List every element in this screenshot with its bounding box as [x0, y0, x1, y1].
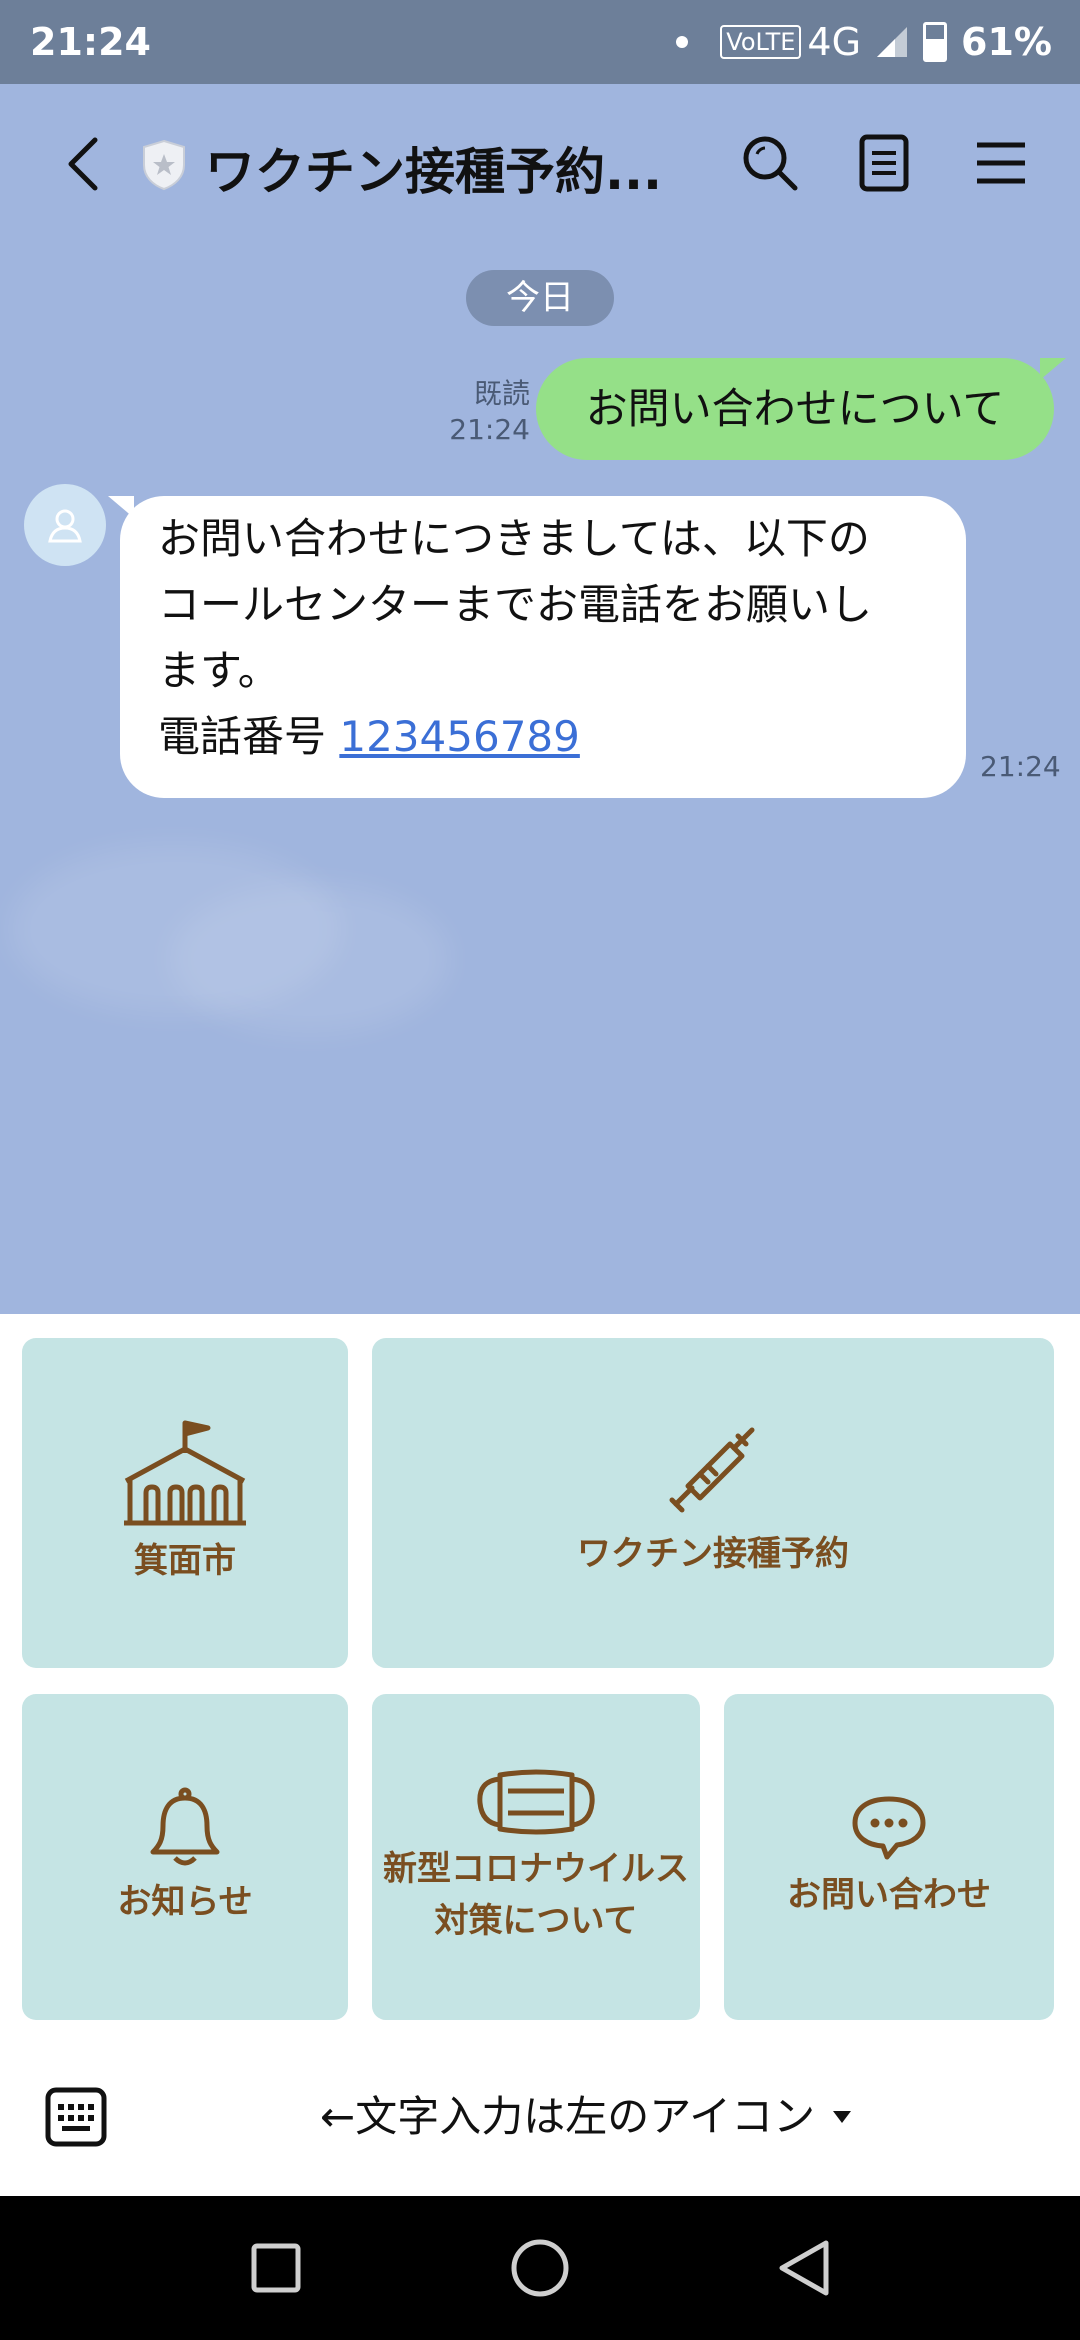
menu-tile-notices[interactable]: お知らせ [22, 1694, 348, 2020]
battery-icon [923, 22, 948, 62]
back-button[interactable] [48, 124, 118, 204]
back-arrow-icon [68, 137, 98, 191]
recents-button[interactable] [244, 2236, 308, 2300]
shield-star-icon [143, 139, 185, 191]
tile-label-line: 対策について [434, 1901, 638, 1941]
message-line: コールセンターまでお電話をお願いし [158, 580, 873, 629]
network-type: 4G [807, 20, 862, 64]
triangle-back-icon [779, 2240, 829, 2296]
read-receipt: 既読 21:24 [449, 376, 530, 448]
input-hint-text: ←文字入力は左のアイコン [320, 2092, 816, 2141]
nav-back-button[interactable] [772, 2236, 836, 2300]
volte-badge: VoLTE [720, 25, 802, 59]
menu-tile-inquiries[interactable]: お問い合わせ [724, 1694, 1054, 2020]
notification-dot-icon [676, 36, 689, 48]
chat-area[interactable]: 今日 既読 21:24 お問い合わせについて お問い合わせにつきましては、以下の… [0, 244, 1080, 1314]
input-bar: ←文字入力は左のアイコン [0, 2038, 1080, 2196]
home-button[interactable] [508, 2236, 572, 2300]
rich-menu: 箕面市 ワクチン接種予約 お知らせ 新型コロナウイルス 対策について お問い合わ… [0, 1314, 1080, 2038]
phone-line: 電話番号 123456789 [158, 704, 930, 770]
keyboard-icon [45, 2087, 107, 2147]
notes-button[interactable] [852, 128, 916, 198]
background-cloud [170, 884, 450, 1034]
dropdown-arrow-icon [833, 2111, 852, 2123]
tile-label: 新型コロナウイルス 対策について [383, 1843, 689, 1947]
search-button[interactable] [738, 128, 802, 198]
status-bar: 21:24 VoLTE 4G 61% [0, 0, 1080, 84]
message-line: ます。 [158, 646, 280, 695]
menu-tile-vaccine-reservation[interactable]: ワクチン接種予約 [372, 1338, 1054, 1668]
menu-button[interactable] [966, 128, 1036, 198]
bell-icon [150, 1787, 220, 1866]
battery-percent: 61% [961, 20, 1052, 64]
syringe-icon [669, 1427, 755, 1513]
read-label: 既読 [473, 377, 530, 410]
status-time: 21:24 [30, 20, 151, 64]
square-icon [251, 2243, 301, 2293]
phone-number-link[interactable]: 123456789 [339, 712, 580, 761]
system-nav-bar [0, 2196, 1080, 2340]
chat-header: ワクチン接種予約... [0, 84, 1080, 244]
keyboard-button[interactable] [44, 2086, 108, 2148]
incoming-message[interactable]: お問い合わせにつきましては、以下の コールセンターまでお電話をお願いし ます。 … [108, 496, 966, 798]
avatar[interactable] [24, 484, 106, 566]
chat-title: ワクチン接種予約... [205, 143, 662, 201]
phone-label: 電話番号 [158, 712, 340, 761]
status-indicators: VoLTE 4G 61% [676, 20, 1052, 64]
notes-icon [859, 134, 909, 192]
outgoing-time: 21:24 [449, 413, 530, 446]
school-icon [124, 1420, 246, 1526]
signal-icon [877, 27, 908, 57]
tile-label: お知らせ [117, 1882, 253, 1922]
tile-label: ワクチン接種予約 [577, 1534, 849, 1574]
menu-tile-covid-measures[interactable]: 新型コロナウイルス 対策について [372, 1694, 700, 2020]
tile-label-line: 新型コロナウイルス [383, 1849, 689, 1889]
search-icon [743, 136, 798, 191]
tile-label: お問い合わせ [787, 1875, 991, 1915]
rich-menu-toggle[interactable]: ←文字入力は左のアイコン [320, 2082, 852, 2152]
incoming-time: 21:24 [980, 750, 1061, 783]
user-icon [48, 509, 82, 543]
circle-icon [511, 2239, 569, 2297]
menu-icon [977, 142, 1025, 184]
menu-tile-minoh-city[interactable]: 箕面市 [22, 1338, 348, 1668]
message-line: お問い合わせにつきましては、以下の [158, 514, 870, 563]
tile-label: 箕面市 [134, 1541, 236, 1581]
mask-icon [477, 1769, 595, 1835]
date-separator: 今日 [466, 270, 614, 326]
outgoing-message[interactable]: お問い合わせについて [536, 358, 1066, 460]
chat-bubble-icon [852, 1796, 926, 1860]
